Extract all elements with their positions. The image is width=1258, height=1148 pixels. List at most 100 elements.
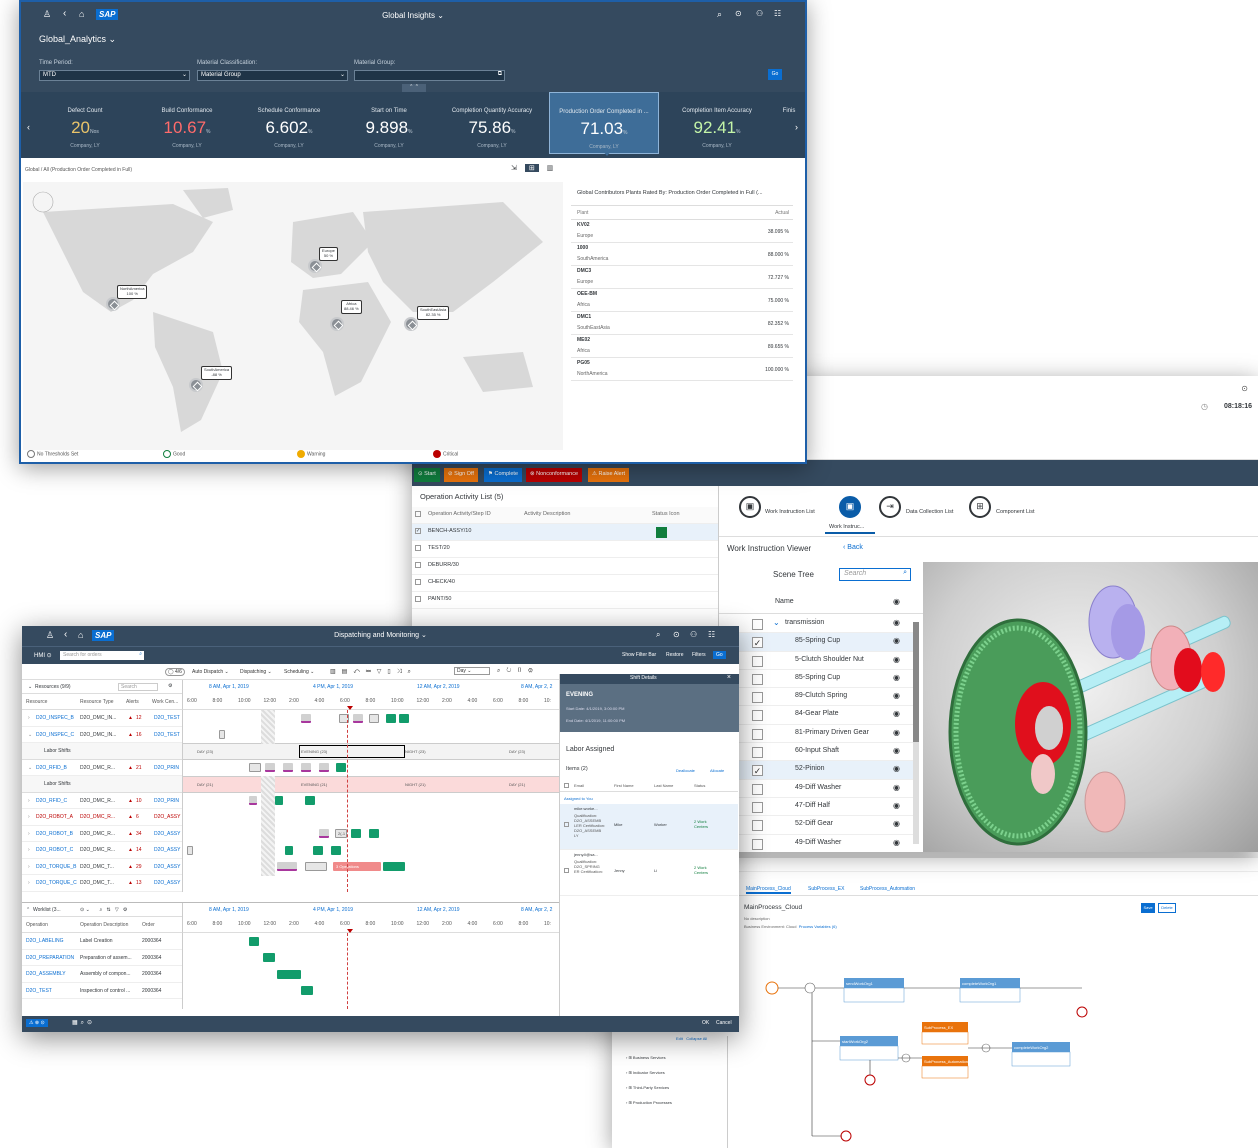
gantt-operation-bar[interactable]: [249, 796, 257, 805]
tree-item-production-processes[interactable]: › ⊞ Production Processes: [626, 1095, 672, 1110]
worklist-row[interactable]: D2O_ASSEMBLY Assembly of compon... 2000364: [22, 966, 182, 983]
select-all-checkbox[interactable]: [415, 511, 421, 517]
kpi-tile[interactable]: Build Conformance 10.67% Company, LY: [139, 92, 235, 154]
zoom-tools-icons[interactable]: ⌕↻▯⚙: [497, 668, 539, 675]
scroll-left-icon[interactable]: ‹: [27, 122, 30, 132]
expand-icon[interactable]: ›: [28, 814, 30, 820]
table-row[interactable]: DMC1 SouthEastAsia 82.352 %: [571, 312, 793, 335]
worklist-row[interactable]: D2O_PREPARATION Preparation of assem... 20…: [22, 950, 182, 966]
scene-tree-row[interactable]: ✓ 52-Pinion ◉: [719, 761, 914, 780]
part-checkbox[interactable]: ✓: [752, 637, 763, 649]
row-checkbox[interactable]: ✓: [415, 528, 421, 534]
alerts-button[interactable]: ⚠ ⊗ ⊙: [26, 1019, 48, 1027]
shift-band[interactable]: DAY (23) EVENING (23) NIGHT (23) DAY (23): [183, 743, 559, 760]
alert-icon[interactable]: ▲: [128, 831, 133, 837]
part-checkbox[interactable]: [752, 673, 763, 685]
alert-icon[interactable]: ▲: [128, 864, 133, 870]
alert-icon[interactable]: ▲: [128, 715, 133, 721]
order-search-input[interactable]: Search for orders ⌕: [60, 651, 144, 660]
scene-tree-row[interactable]: 89-Clutch Spring ◉: [719, 688, 914, 707]
tree-item-business-services[interactable]: › ⊞ Business Services: [626, 1050, 672, 1065]
gantt-operation-bar[interactable]: [301, 713, 311, 723]
tab-subprocess-automation[interactable]: SubProcess_Automation: [860, 886, 915, 892]
gantt-operation-bar[interactable]: [399, 713, 409, 723]
part-checkbox[interactable]: [752, 692, 763, 704]
worklist-bar[interactable]: [263, 953, 275, 962]
tab-main-process[interactable]: MainProcess_Cloud: [746, 886, 791, 894]
scene-tree-row[interactable]: 60-Input Shaft ◉: [719, 743, 914, 762]
alert-icon[interactable]: ▲: [128, 798, 133, 804]
part-checkbox[interactable]: [752, 710, 763, 722]
deallocate-button[interactable]: Deallocate: [676, 768, 695, 773]
operation-row[interactable]: DEBURR/30: [412, 558, 718, 575]
end-event-2-icon[interactable]: [864, 1074, 876, 1086]
footer-icons[interactable]: ▦⌕⊝: [72, 1019, 95, 1027]
zoom-toggle[interactable]: ◯ 4/6: [165, 668, 185, 676]
app-title[interactable]: Global Insights ⌄: [21, 11, 805, 20]
page-title[interactable]: Global_Analytics ⌄: [39, 34, 116, 45]
resource-row[interactable]: › D2O_ROBOT_A D2O_DMC_R... ▲ 6 D2O_ASSY: [22, 809, 182, 826]
kpi-tile[interactable]: Production Order Completed in ... 71.03% C…: [549, 92, 659, 154]
gantt-operation-bar[interactable]: [369, 713, 379, 723]
visibility-eye-icon[interactable]: ◉: [893, 838, 900, 847]
worklist-row[interactable]: D2O_TEST Inspection of control ... 2000364: [22, 983, 182, 999]
dispatching-menu[interactable]: Dispatching ⌄: [240, 669, 272, 675]
worklist-gantt[interactable]: [182, 933, 559, 1009]
visibility-eye-icon[interactable]: ◉: [893, 764, 900, 773]
expand-icon[interactable]: ›: [28, 831, 30, 837]
collapse-header-button[interactable]: ⌃ ⌃: [402, 84, 426, 92]
3d-viewer[interactable]: [923, 562, 1258, 852]
scene-tree-row[interactable]: 47-Diff Half ◉: [719, 798, 914, 817]
pin-southeast-asia[interactable]: SouthEastAsia 82.35 %: [417, 306, 450, 320]
expand-icon[interactable]: ›: [28, 798, 30, 804]
scene-search-input[interactable]: Search ⌕: [839, 568, 911, 581]
operation-row[interactable]: PAINT/50: [412, 592, 718, 609]
marker-north-america[interactable]: [106, 297, 120, 311]
edit-link[interactable]: Edit: [676, 1036, 683, 1041]
scene-tree-row[interactable]: 49-Diff Washer ◉: [719, 835, 914, 852]
visibility-eye-icon[interactable]: ◉: [893, 691, 900, 700]
row-checkbox[interactable]: [564, 822, 569, 827]
worklist-title[interactable]: ⌃ Worklist (3...: [26, 907, 61, 913]
show-filter-bar-link[interactable]: Show Filter Bar: [622, 652, 656, 658]
delete-button[interactable]: Delete: [1158, 903, 1176, 913]
scheduling-menu[interactable]: Scheduling ⌄: [284, 669, 314, 675]
visibility-eye-icon[interactable]: ◉: [893, 728, 900, 737]
scene-tree-row[interactable]: ✓ 85-Spring Cup ◉: [719, 633, 914, 652]
scene-tree-row[interactable]: 5-Clutch Shoulder Nut ◉: [719, 652, 914, 670]
gantt-operation-bar[interactable]: [383, 862, 405, 871]
kpi-tile[interactable]: Schedule Conformance 6.602% Company, LY: [241, 92, 337, 154]
material-class-select[interactable]: Material Group ⌄: [197, 70, 348, 81]
start-button[interactable]: ⊙ Start: [414, 468, 440, 482]
operation-row[interactable]: TEST/20: [412, 541, 718, 558]
part-checkbox[interactable]: [752, 728, 763, 740]
search-icon[interactable]: ⌕: [717, 9, 722, 20]
kpi-tile[interactable]: Defect Count 20Nos Company, LY: [37, 92, 133, 154]
expand-icon[interactable]: ›: [28, 715, 30, 721]
table-row[interactable]: ME02 Africa 89.655 %: [571, 335, 793, 358]
visibility-eye-icon[interactable]: ◉: [893, 709, 900, 718]
visibility-eye-icon[interactable]: ◉: [893, 597, 900, 606]
part-checkbox[interactable]: [752, 783, 763, 795]
expand-icon[interactable]: ›: [28, 880, 30, 886]
scene-tree-row[interactable]: 52-Diff Gear ◉: [719, 816, 914, 835]
visibility-eye-icon[interactable]: ◉: [893, 783, 900, 792]
kpi-tile[interactable]: Completion Item Accuracy 92.41% Company, L…: [669, 92, 765, 154]
gantt-operation-bar[interactable]: [336, 763, 346, 772]
gantt-chart[interactable]: DAY (23) EVENING (23) NIGHT (23) DAY (23) DA…: [182, 710, 559, 892]
marker-europe[interactable]: [308, 259, 322, 273]
selected-shift[interactable]: [299, 745, 405, 758]
allocate-button[interactable]: Allocate: [710, 768, 724, 773]
end-event-3-icon[interactable]: [840, 1130, 852, 1142]
pin-europe[interactable]: Europe 50 %: [319, 247, 338, 261]
gantt-operation-bar[interactable]: [249, 763, 261, 772]
expand-icon[interactable]: ⇲: [511, 165, 517, 172]
resource-search[interactable]: Search: [118, 683, 158, 691]
gantt-operation-bar[interactable]: [305, 796, 315, 805]
resource-row[interactable]: › D2O_INSPEC_B D2O_DMC_IN... ▲ 12 D2O_TEST: [22, 710, 182, 727]
complete-button[interactable]: ⚑ Complete: [484, 468, 523, 482]
back-link[interactable]: ‹ Back: [843, 544, 863, 551]
resource-row[interactable]: › D2O_ROBOT_B D2O_DMC_R... ▲ 34 D2O_ASSY: [22, 826, 182, 842]
part-checkbox[interactable]: [752, 619, 763, 630]
variant-select[interactable]: HMI ⊙: [34, 652, 52, 659]
